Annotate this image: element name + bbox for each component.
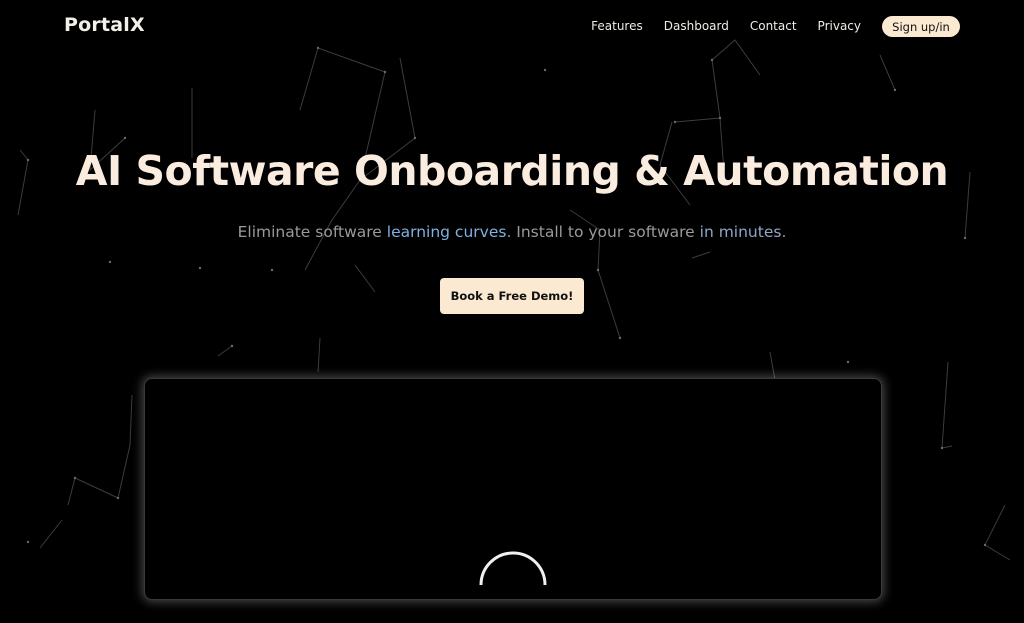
subtitle-text-1: Eliminate software <box>237 223 387 241</box>
subtitle-text-2: . Install to your software <box>506 223 700 241</box>
portalx-logo[interactable]: PortalX <box>64 14 145 36</box>
hero-subtitle: Eliminate software learning curves. Inst… <box>0 223 1024 241</box>
top-navigation: PortalX Features Dashboard Contact Priva… <box>0 0 1024 54</box>
subtitle-highlight-minutes: in minutes <box>699 223 782 241</box>
nav-item-dashboard[interactable]: Dashboard <box>664 19 729 33</box>
book-demo-button[interactable]: Book a Free Demo! <box>440 278 584 314</box>
nav-menu: Features Dashboard Contact Privacy <box>591 19 861 33</box>
hero-title: AI Software Onboarding & Automation <box>75 147 949 195</box>
subtitle-highlight-learning-curves: learning curves <box>386 223 507 241</box>
nav-item-features[interactable]: Features <box>591 19 643 33</box>
subtitle-text-3: . <box>781 223 787 241</box>
nav-item-contact[interactable]: Contact <box>750 19 797 33</box>
sign-in-button[interactable]: Sign up/in <box>882 16 960 37</box>
loading-spinner-icon <box>479 551 547 586</box>
nav-item-privacy[interactable]: Privacy <box>818 19 861 33</box>
